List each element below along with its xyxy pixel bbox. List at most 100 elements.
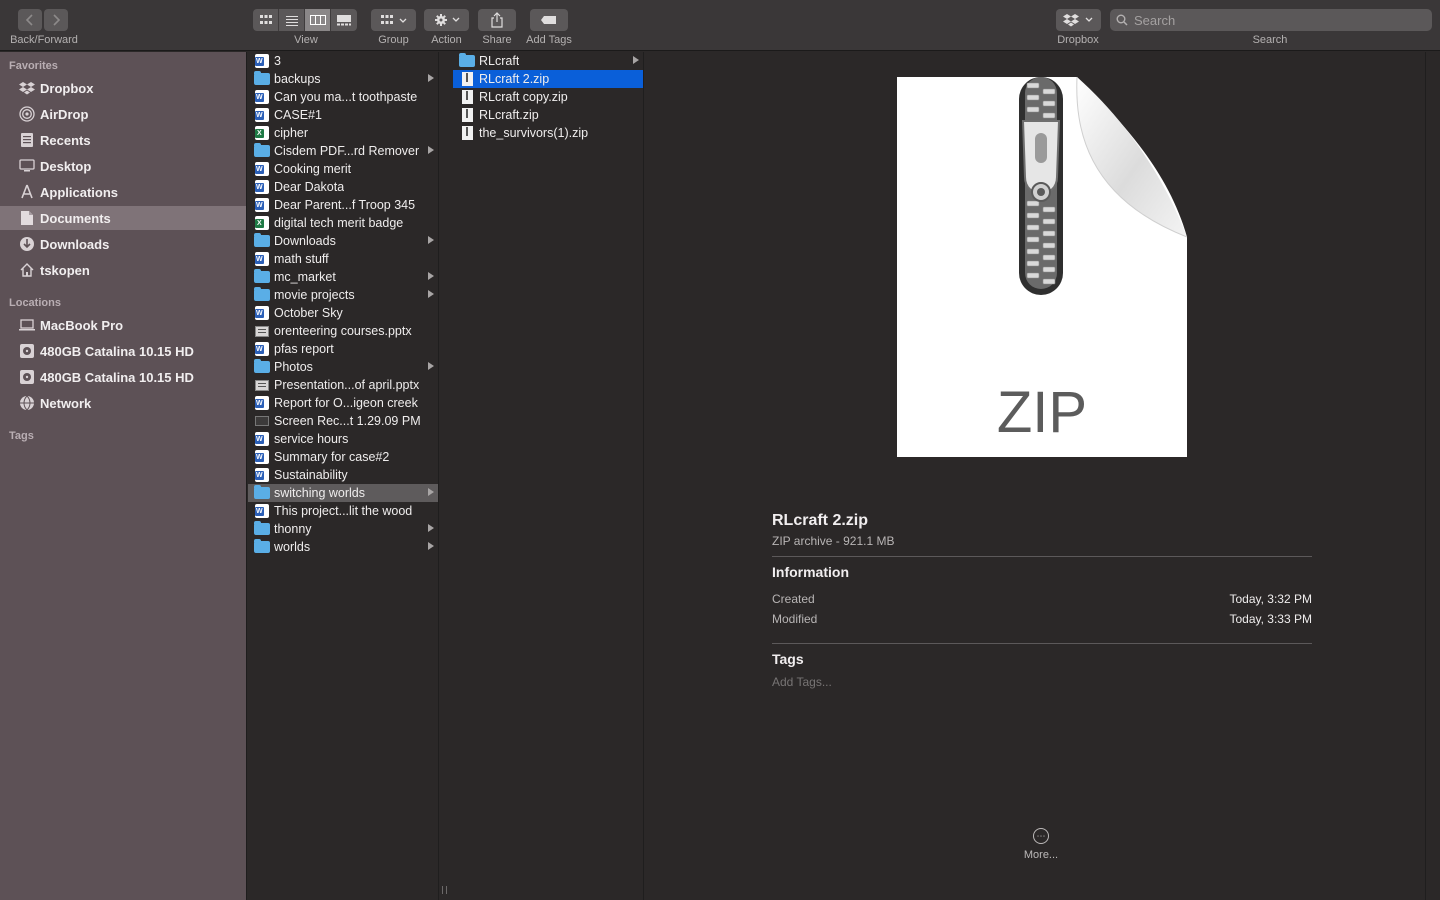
- file-row[interactable]: Cooking merit: [248, 160, 438, 178]
- file-row[interactable]: backups: [248, 70, 438, 88]
- folder-icon: [254, 287, 270, 302]
- sidebar-item-applications[interactable]: Applications: [0, 180, 246, 204]
- action-button[interactable]: [424, 9, 469, 31]
- word-document-icon: [254, 108, 270, 122]
- share-label: Share: [482, 34, 512, 46]
- share-button[interactable]: [478, 9, 516, 31]
- word-document-icon: [254, 198, 270, 212]
- sidebar-item-label: Downloads: [40, 236, 110, 252]
- file-row[interactable]: mc_market: [248, 268, 438, 286]
- file-name: worlds: [274, 540, 311, 554]
- list-view-button[interactable]: [279, 9, 305, 31]
- file-row[interactable]: Dear Dakota: [248, 178, 438, 196]
- file-row[interactable]: Summary for case#2: [248, 448, 438, 466]
- sidebar-item-dropbox[interactable]: Dropbox: [0, 76, 246, 100]
- file-name: service hours: [274, 432, 349, 446]
- file-name: Can you ma...t toothpaste: [274, 90, 418, 104]
- sidebar: Favorites Dropbox AirDrop Recents Deskto…: [0, 52, 247, 900]
- laptop-icon: [18, 316, 36, 334]
- file-row[interactable]: orenteering courses.pptx: [248, 322, 438, 340]
- file-row[interactable]: service hours: [248, 430, 438, 448]
- file-row[interactable]: switching worlds: [248, 484, 438, 502]
- add-tags-field[interactable]: [772, 675, 1072, 689]
- file-row[interactable]: October Sky: [248, 304, 438, 322]
- file-name: This project...lit the wood: [274, 504, 413, 518]
- file-name: Summary for case#2: [274, 450, 390, 464]
- ellipsis-icon: ⋯: [1033, 828, 1049, 844]
- file-row[interactable]: RLcraft 2.zip: [453, 70, 643, 88]
- file-name: October Sky: [274, 306, 343, 320]
- file-row[interactable]: RLcraft: [453, 52, 643, 70]
- file-row[interactable]: 3: [248, 52, 438, 70]
- file-row[interactable]: digital tech merit badge: [248, 214, 438, 232]
- excel-document-icon: [254, 126, 270, 140]
- word-document-icon: [254, 162, 270, 176]
- word-document-icon: [254, 342, 270, 356]
- column-resize-handle[interactable]: [442, 886, 447, 894]
- file-row[interactable]: pfas report: [248, 340, 438, 358]
- search-input[interactable]: [1134, 12, 1424, 28]
- sidebar-item-documents[interactable]: Documents: [0, 206, 246, 230]
- group-icon: [380, 15, 406, 24]
- applications-icon: [18, 183, 36, 201]
- desktop-icon: [18, 157, 36, 175]
- file-row[interactable]: Can you ma...t toothpaste: [248, 88, 438, 106]
- file-row[interactable]: This project...lit the wood: [248, 502, 438, 520]
- file-row[interactable]: thonny: [248, 520, 438, 538]
- file-row[interactable]: movie projects: [248, 286, 438, 304]
- file-name: Sustainability: [274, 468, 348, 482]
- file-name: Dear Dakota: [274, 180, 345, 194]
- recents-icon: [18, 131, 36, 149]
- add-tags-button[interactable]: [530, 9, 568, 31]
- gallery-view-button[interactable]: [331, 9, 357, 31]
- file-row[interactable]: RLcraft.zip: [453, 106, 643, 124]
- file-row[interactable]: math stuff: [248, 250, 438, 268]
- word-document-icon: [254, 90, 270, 104]
- file-row[interactable]: Photos: [248, 358, 438, 376]
- folder-icon: [254, 143, 270, 158]
- file-row[interactable]: RLcraft copy.zip: [453, 88, 643, 106]
- file-row[interactable]: Cisdem PDF...rd Remover: [248, 142, 438, 160]
- sidebar-item-downloads[interactable]: Downloads: [0, 232, 246, 256]
- file-row[interactable]: Dear Parent...f Troop 345: [248, 196, 438, 214]
- word-document-icon: [254, 306, 270, 320]
- movie-file-icon: [254, 414, 270, 428]
- sidebar-item-home[interactable]: tskopen: [0, 258, 246, 282]
- chevron-right-icon: [53, 14, 61, 26]
- more-button[interactable]: ⋯ More...: [1017, 828, 1065, 861]
- file-row[interactable]: Screen Rec...t 1.29.09 PM: [248, 412, 438, 430]
- file-row[interactable]: Report for O...igeon creek: [248, 394, 438, 412]
- file-name: Presentation...of april.pptx: [274, 378, 420, 392]
- column-view-button[interactable]: [305, 9, 331, 31]
- file-row[interactable]: cipher: [248, 124, 438, 142]
- file-row[interactable]: CASE#1: [248, 106, 438, 124]
- sidebar-item-label: Recents: [40, 132, 91, 148]
- file-row[interactable]: Downloads: [248, 232, 438, 250]
- search-field[interactable]: [1110, 9, 1432, 31]
- disk-icon: [18, 342, 36, 360]
- sidebar-item-desktop[interactable]: Desktop: [0, 154, 246, 178]
- sidebar-item-recents[interactable]: Recents: [0, 128, 246, 152]
- folder-icon: [254, 71, 270, 86]
- sidebar-item-macbook-pro[interactable]: MacBook Pro: [0, 313, 246, 337]
- folder-icon: [254, 359, 270, 374]
- file-name: movie projects: [274, 288, 355, 302]
- divider: [772, 556, 1312, 557]
- file-row[interactable]: Sustainability: [248, 466, 438, 484]
- disclosure-arrow-icon: [428, 290, 434, 298]
- sidebar-item-disk[interactable]: 480GB Catalina 10.15 HD: [0, 339, 246, 363]
- sidebar-item-airdrop[interactable]: AirDrop: [0, 102, 246, 126]
- dropbox-button[interactable]: [1056, 9, 1101, 31]
- group-button[interactable]: [371, 9, 416, 31]
- column-documents: 3 backups Can you ma...t toothpaste CASE#1 c…: [248, 52, 439, 900]
- sidebar-item-disk[interactable]: 480GB Catalina 10.15 HD: [0, 365, 246, 389]
- sidebar-item-network[interactable]: Network: [0, 391, 246, 415]
- divider: [772, 643, 1312, 644]
- column-divider: [440, 52, 453, 900]
- file-row[interactable]: Presentation...of april.pptx: [248, 376, 438, 394]
- forward-button[interactable]: [44, 9, 68, 31]
- icon-view-button[interactable]: [253, 9, 279, 31]
- back-button[interactable]: [18, 9, 42, 31]
- file-row[interactable]: worlds: [248, 538, 438, 556]
- file-row[interactable]: the_survivors(1).zip: [453, 124, 643, 142]
